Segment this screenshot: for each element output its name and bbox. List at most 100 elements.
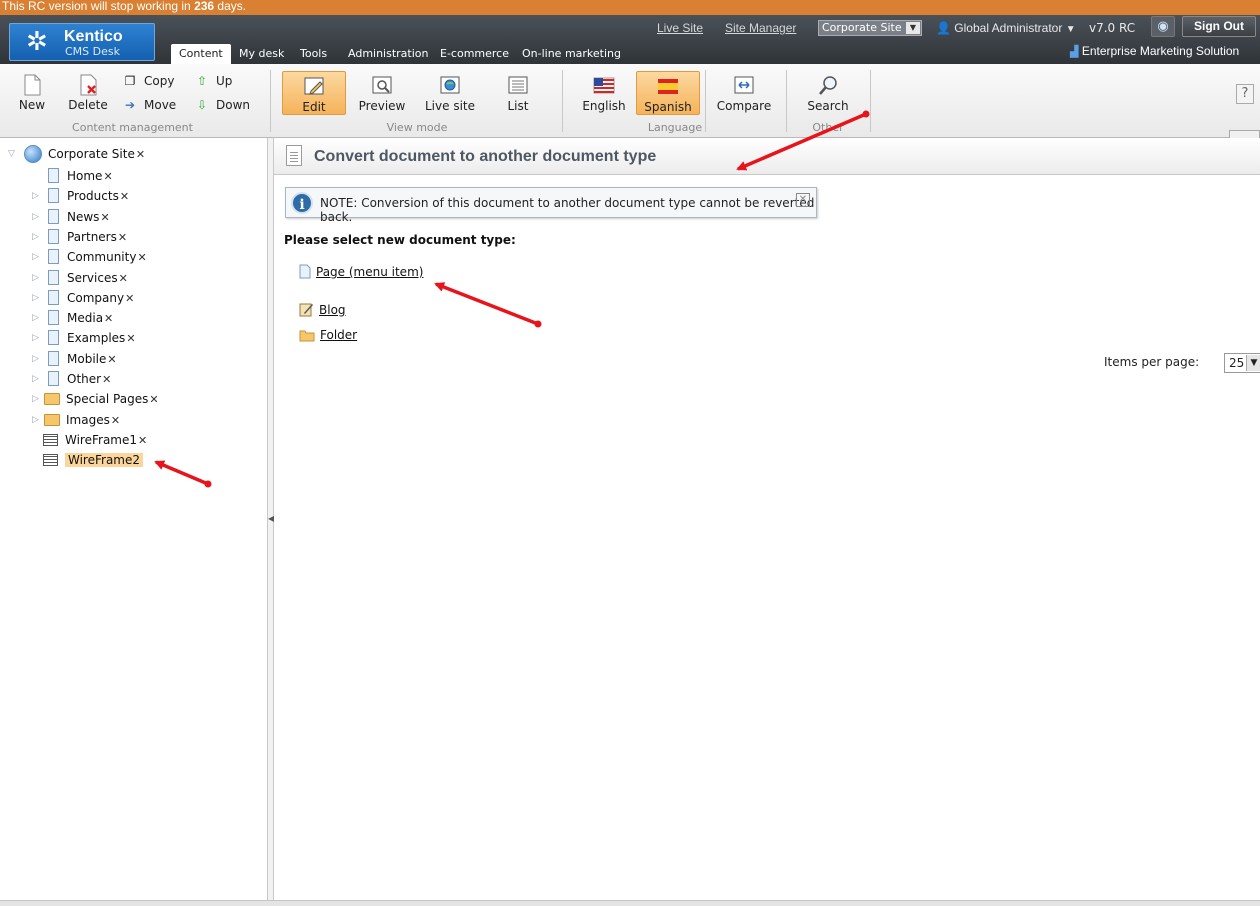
main-content: Convert document to another document typ… bbox=[274, 138, 1260, 900]
tree-root[interactable]: ▽ Corporate Site✕ bbox=[8, 145, 146, 163]
tree-node-other[interactable]: ▷ Other✕ bbox=[32, 370, 111, 388]
up-button[interactable]: ⇧ Up bbox=[194, 72, 232, 90]
tree-node-special-pages[interactable]: ▷ Special Pages✕ bbox=[32, 390, 159, 408]
separator bbox=[870, 70, 871, 132]
tab-e-commerce[interactable]: E-commerce bbox=[432, 44, 517, 64]
info-icon: i bbox=[291, 192, 313, 214]
tree-node-products[interactable]: ▷ Products✕ bbox=[32, 187, 129, 205]
not-translated-icon: ✕ bbox=[135, 148, 146, 161]
tree-node-mobile[interactable]: ▷ Mobile✕ bbox=[32, 350, 117, 368]
tree-node-media[interactable]: ▷ Media✕ bbox=[32, 309, 113, 327]
view-mode-group-label: View mode bbox=[386, 121, 448, 134]
expand-icon[interactable]: ▷ bbox=[32, 289, 44, 307]
copy-button[interactable]: ❐ Copy bbox=[122, 72, 175, 90]
close-icon[interactable]: ✕ bbox=[796, 193, 810, 207]
expand-icon[interactable]: ▷ bbox=[32, 248, 44, 266]
globe-icon[interactable]: ◉ bbox=[1151, 16, 1175, 37]
edit-button[interactable]: Edit bbox=[282, 71, 346, 115]
chevron-down-icon: ▼ bbox=[1246, 355, 1260, 371]
type-link-page[interactable]: Page (menu item) bbox=[299, 264, 423, 279]
site-selector[interactable]: Corporate Site ▼ bbox=[818, 20, 922, 36]
live-site-button[interactable]: Live site bbox=[418, 71, 482, 115]
type-link-folder[interactable]: Folder bbox=[299, 328, 357, 342]
ems-label: ▟ Enterprise Marketing Solution bbox=[1070, 44, 1239, 58]
new-button[interactable]: New bbox=[10, 74, 54, 112]
expand-icon[interactable]: ▷ bbox=[32, 329, 44, 347]
delete-document-icon bbox=[80, 74, 97, 96]
compare-button[interactable]: Compare bbox=[712, 71, 776, 115]
expand-icon[interactable]: ▷ bbox=[32, 208, 44, 226]
tree-node-wireframe1[interactable]: WireFrame1✕ bbox=[43, 431, 147, 449]
expand-icon[interactable]: ▷ bbox=[32, 350, 44, 368]
collapse-icon[interactable]: ▽ bbox=[8, 145, 20, 163]
type-link-label: Folder bbox=[320, 328, 358, 342]
tab-content[interactable]: Content bbox=[171, 44, 231, 64]
site-manager-link[interactable]: Site Manager bbox=[725, 21, 796, 35]
tab-my-desk[interactable]: My desk bbox=[231, 44, 292, 64]
tab-online-marketing[interactable]: On-line marketing bbox=[514, 44, 629, 64]
items-per-page-select[interactable]: 25 ▼ bbox=[1224, 353, 1260, 373]
tree-node-wireframe2[interactable]: WireFrame2 bbox=[43, 451, 144, 469]
arrow-up-icon: ⇧ bbox=[196, 74, 208, 88]
expand-icon[interactable]: ▷ bbox=[32, 269, 44, 287]
us-flag-icon bbox=[593, 77, 615, 94]
not-translated-icon: ✕ bbox=[100, 211, 110, 224]
page-icon bbox=[48, 270, 59, 285]
other-group-label: Other bbox=[812, 121, 844, 134]
list-label: List bbox=[507, 99, 529, 113]
select-type-label: Please select new document type: bbox=[284, 233, 516, 247]
tab-administration[interactable]: Administration bbox=[340, 44, 437, 64]
new-document-icon bbox=[24, 74, 41, 96]
expand-icon[interactable]: ▷ bbox=[32, 309, 44, 327]
not-translated-icon: ✕ bbox=[126, 332, 136, 345]
tree-node-community[interactable]: ▷ Community✕ bbox=[32, 248, 147, 266]
delete-label: Delete bbox=[68, 98, 108, 112]
preview-button[interactable]: Preview bbox=[350, 71, 414, 115]
sign-out-button[interactable]: Sign Out bbox=[1182, 16, 1256, 37]
tab-tools[interactable]: Tools bbox=[292, 44, 335, 64]
type-link-blog[interactable]: Blog bbox=[299, 302, 346, 317]
tree-node-partners[interactable]: ▷ Partners✕ bbox=[32, 228, 127, 246]
move-button[interactable]: ➔ Move bbox=[122, 96, 176, 114]
tree-node-label: Special Pages bbox=[66, 392, 149, 406]
expand-icon[interactable]: ▷ bbox=[32, 411, 44, 429]
delete-button[interactable]: Delete bbox=[66, 74, 110, 112]
english-button[interactable]: English bbox=[572, 71, 636, 115]
snowflake-icon: ✲ bbox=[26, 27, 48, 57]
user-menu[interactable]: 👤 Global Administrator ▼ bbox=[936, 21, 1076, 35]
tree-node-label: Services bbox=[67, 271, 118, 285]
expand-icon[interactable]: ▷ bbox=[32, 187, 44, 205]
expand-icon[interactable]: ▷ bbox=[32, 370, 44, 388]
tree-node-services[interactable]: ▷ Services✕ bbox=[32, 269, 128, 287]
compare-icon bbox=[734, 76, 754, 94]
tree-node-news[interactable]: ▷ News✕ bbox=[32, 208, 110, 226]
expand-icon[interactable]: ▷ bbox=[32, 228, 44, 246]
kentico-logo[interactable]: ✲ Kentico CMS Desk bbox=[9, 23, 155, 61]
live-site-link[interactable]: Live Site bbox=[657, 21, 703, 35]
tree-node-images[interactable]: ▷ Images✕ bbox=[32, 411, 120, 429]
tree-node-label-selected: WireFrame2 bbox=[65, 453, 144, 467]
down-button[interactable]: ⇩ Down bbox=[194, 96, 250, 114]
spanish-button[interactable]: Spanish bbox=[636, 71, 700, 115]
tree-node-label: Media bbox=[67, 311, 104, 325]
separator bbox=[786, 70, 787, 132]
pane-splitter[interactable]: ◀ bbox=[267, 138, 274, 900]
page-icon bbox=[48, 188, 59, 203]
rc-notice-prefix: This RC version will stop working in bbox=[2, 0, 195, 13]
language-group-label: Language bbox=[647, 121, 703, 134]
tree-node-company[interactable]: ▷ Company✕ bbox=[32, 289, 134, 307]
page-icon bbox=[299, 264, 311, 279]
user-name: Global Administrator bbox=[954, 21, 1063, 35]
search-button[interactable]: Search bbox=[796, 71, 860, 115]
page-icon bbox=[48, 371, 59, 386]
rc-notice-suffix: days. bbox=[214, 0, 247, 13]
tree-node-examples[interactable]: ▷ Examples✕ bbox=[32, 329, 136, 347]
toolbar-collapse-handle[interactable] bbox=[1229, 130, 1260, 138]
tree-node-label: Partners bbox=[67, 230, 117, 244]
ems-text: Enterprise Marketing Solution bbox=[1081, 44, 1240, 58]
tree-node-home[interactable]: Home✕ bbox=[48, 167, 113, 185]
copy-label: Copy bbox=[144, 74, 175, 88]
list-button[interactable]: List bbox=[486, 71, 550, 115]
expand-icon[interactable]: ▷ bbox=[32, 390, 44, 408]
help-button[interactable]: ? bbox=[1236, 84, 1254, 104]
